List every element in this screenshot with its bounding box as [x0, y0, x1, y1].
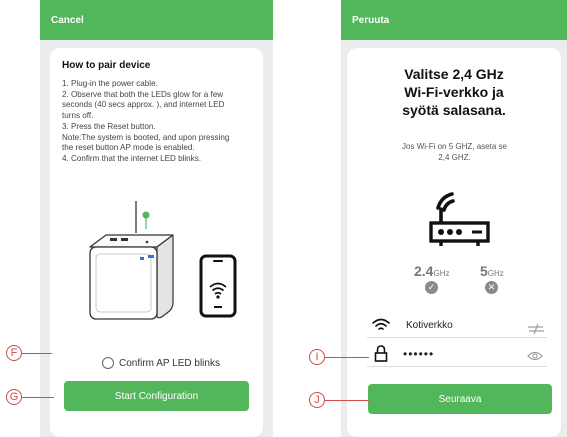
next-button[interactable]: Seuraava [368, 384, 552, 414]
instruction-line: 2. Observe that both the LEDs glow for a… [62, 89, 224, 99]
wifi-card: Valitse 2,4 GHz Wi-Fi-verkko ja syötä sa… [347, 48, 561, 437]
network-name-value: Kotiverkko [406, 320, 453, 331]
instruction-line: turns off. [62, 111, 94, 121]
instruction-list: 1. Plug-in the power cable. 2. Observe t… [62, 79, 262, 165]
router-hub-icon [89, 201, 174, 320]
instruction-line: 3. Press the Reset button. [62, 121, 156, 131]
next-label: Seuraava [438, 393, 482, 405]
start-configuration-label: Start Configuration [114, 390, 199, 402]
hint-line: 2,4 GHZ. [438, 152, 471, 162]
callout-line-f [22, 353, 52, 354]
wifi-icon [372, 318, 390, 330]
cancel-button[interactable]: Cancel [51, 15, 84, 26]
confirm-ap-led-row[interactable]: Confirm AP LED blinks [102, 355, 220, 371]
password-field[interactable]: •••••• [367, 344, 547, 367]
instruction-line: seconds (40 secs approx. ), and internet… [62, 100, 225, 110]
band-unit: GHz [433, 269, 450, 278]
title-line: Wi-Fi-verkko ja [404, 84, 504, 100]
pairing-screen: Cancel How to pair device 1. Plug-in the… [40, 0, 273, 437]
callout-g: G [6, 389, 22, 405]
band-5-ghz: 5GHz [480, 263, 504, 279]
wifi-setup-screen: Peruuta Valitse 2,4 GHz Wi-Fi-verkko ja … [341, 0, 567, 437]
confirm-label: Confirm AP LED blinks [119, 357, 220, 369]
band-unit: GHz [487, 269, 504, 278]
lock-icon [374, 345, 388, 362]
confirm-radio[interactable] [102, 357, 114, 369]
band-2-4-ghz: 2.4GHz [414, 263, 449, 279]
band-value: 5 [480, 263, 488, 279]
phone-wifi-icon [199, 254, 237, 318]
callout-i: I [309, 349, 325, 365]
device-illustration [89, 201, 237, 320]
title-line: Valitse 2,4 GHz [404, 66, 504, 82]
led-indicator-icon [142, 211, 150, 219]
eye-icon[interactable] [527, 351, 543, 361]
hint-line: Jos Wi-Fi on 5 GHZ, aseta se [402, 142, 507, 151]
pairing-card: How to pair device 1. Plug-in the power … [50, 48, 263, 437]
instruction-line: 1. Plug-in the power cable. [62, 79, 158, 88]
instruction-line: 4. Confirm that the internet LED blinks. [62, 153, 202, 163]
callout-line-j [325, 400, 369, 401]
router-icon [429, 192, 490, 246]
callout-j: J [309, 392, 325, 408]
network-name-field[interactable]: Kotiverkko [367, 315, 547, 338]
top-bar: Cancel [40, 0, 273, 40]
callout-line-i [325, 357, 369, 358]
start-configuration-button[interactable]: Start Configuration [64, 381, 249, 411]
page-title: How to pair device [62, 60, 151, 71]
cancel-button[interactable]: Peruuta [352, 15, 389, 26]
callout-line-g [22, 397, 54, 398]
check-icon: ✓ [425, 281, 438, 294]
instruction-line: Note:The system is booted, and upon pres… [62, 132, 230, 142]
band-value: 2.4 [414, 263, 434, 279]
switch-network-icon[interactable] [527, 324, 545, 334]
title-line: syötä salasana. [402, 102, 506, 118]
instruction-line: the reset button AP mode is enabled. [62, 143, 195, 153]
callout-f: F [6, 345, 22, 361]
password-value: •••••• [403, 347, 435, 361]
page-title: Valitse 2,4 GHz Wi-Fi-verkko ja syötä sa… [347, 65, 561, 119]
top-bar: Peruuta [341, 0, 567, 40]
hint-text: Jos Wi-Fi on 5 GHZ, aseta se 2,4 GHZ. [382, 142, 527, 163]
close-icon: ✕ [485, 281, 498, 294]
